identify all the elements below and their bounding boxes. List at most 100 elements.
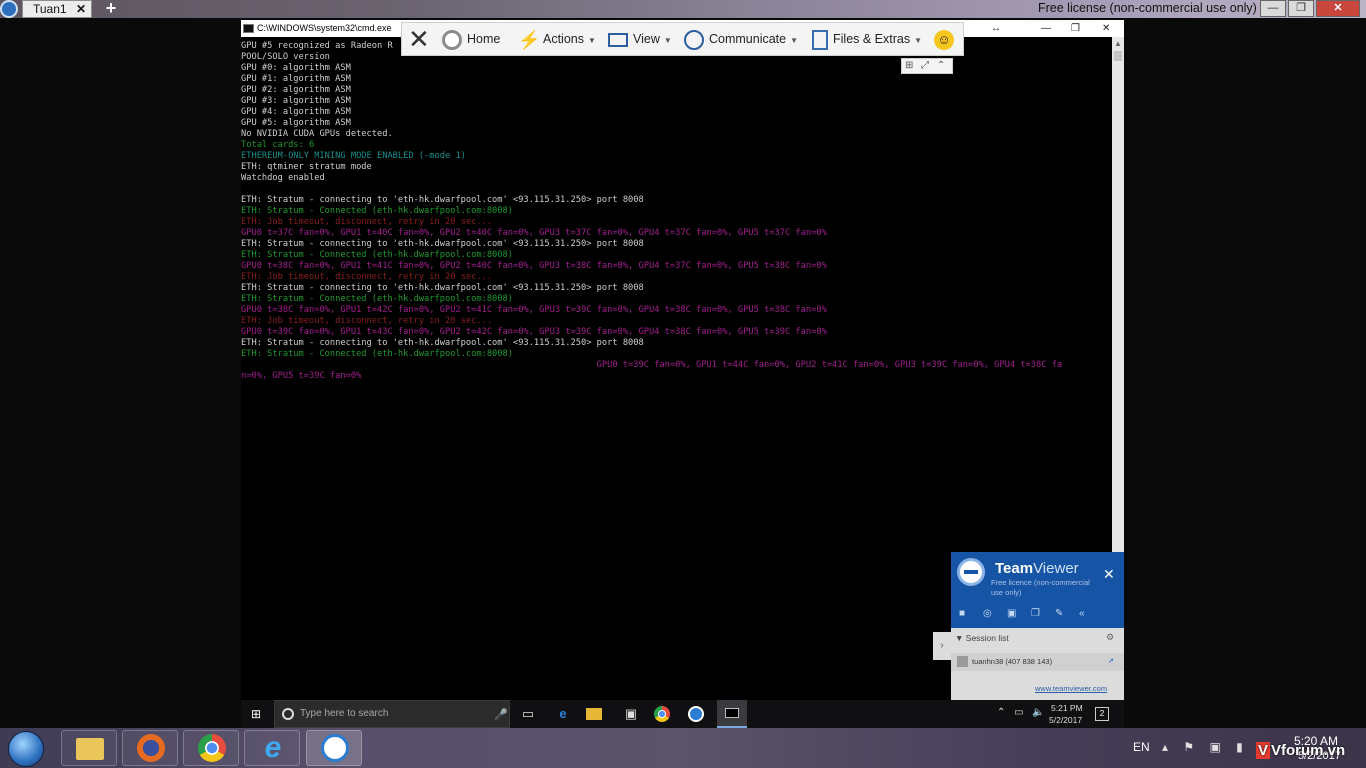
console-line: GPU0 t=39C fan=0%, GPU1 t=43C fan=0%, GP… <box>241 327 827 337</box>
console-line: ETH: Job timeout, disconnect, retry in 2… <box>241 316 493 326</box>
pointer-icon[interactable]: ➚ <box>1108 656 1114 665</box>
console-line: ETH: Stratum - connecting to 'eth-hk.dwa… <box>241 195 644 205</box>
console-icon <box>725 708 739 718</box>
toolbar-home-button[interactable]: Home <box>442 23 500 55</box>
windows-start-icon[interactable]: ⊞ <box>251 708 263 720</box>
chrome-icon[interactable] <box>654 706 670 722</box>
teamviewer-license-note: Free licence (non-commercial use only) <box>991 578 1090 597</box>
console-line: ETH: Stratum - connecting to 'eth-hk.dwa… <box>241 283 644 293</box>
teamviewer-icon[interactable] <box>688 706 704 722</box>
microphone-icon[interactable]: 🎤 <box>494 708 508 721</box>
toolbar-close-button[interactable]: ✕ <box>408 23 430 55</box>
console-line: n=0%, GPU5 t=39C fan=0% <box>241 371 362 381</box>
console-line: GPU #0: algorithm ASM <box>241 63 351 73</box>
taskbar-chrome[interactable] <box>183 730 239 766</box>
lightning-icon: ⚡ <box>518 29 541 50</box>
teamviewer-panel-header: TeamViewer Free licence (non-commercial … <box>951 552 1124 628</box>
tab-close-icon[interactable]: ✕ <box>76 1 86 17</box>
caret-down-icon: ▼ <box>588 36 596 45</box>
notification-center-icon[interactable]: 2 <box>1095 707 1109 721</box>
teamviewer-link[interactable]: www.teamviewer.com <box>1035 684 1107 693</box>
cmd-close-button[interactable]: ✕ <box>1102 20 1110 37</box>
smiley-icon: ☺ <box>934 29 954 50</box>
search-box[interactable]: Type here to search 🎤 <box>274 700 510 728</box>
scroll-up-icon[interactable]: ▲ <box>1114 39 1122 48</box>
remote-clock-date[interactable]: 5/2/2017 <box>1049 715 1082 725</box>
tray-icons[interactable]: ⌃ ▭ 🔈 <box>997 707 1048 718</box>
edge-icon[interactable]: e <box>552 704 574 724</box>
collapse-icon[interactable]: ⌃ <box>937 59 945 73</box>
close-button[interactable]: ✕ <box>1316 0 1360 17</box>
toolbar-actions-menu[interactable]: ⚡ Actions ▼ <box>518 23 596 55</box>
taskbar-explorer[interactable] <box>61 730 117 766</box>
console-line: No NVIDIA CUDA GPUs detected. <box>241 129 393 139</box>
local-tray-icons[interactable]: ▴ ⚑ ▣ ▮ <box>1162 740 1249 754</box>
search-icon <box>282 708 294 720</box>
console-line: GPU0 t=39C fan=0%, GPU1 t=44C fan=0%, GP… <box>241 360 1063 370</box>
taskbar-teamviewer[interactable] <box>306 730 362 766</box>
store-icon[interactable]: ▣ <box>620 704 642 724</box>
toolbar-files-menu[interactable]: Files & Extras ▼ <box>812 23 922 55</box>
console-line: GPU #1: algorithm ASM <box>241 74 351 84</box>
minimize-button[interactable]: — <box>1260 0 1286 17</box>
taskbar-firefox[interactable] <box>122 730 178 766</box>
console-line: ETH: Job timeout, disconnect, retry in 2… <box>241 217 493 227</box>
vforum-watermark: V Vforum.vn <box>1256 742 1346 759</box>
windows-orb-icon <box>8 731 44 767</box>
remote-clock-time[interactable]: 5:21 PM <box>1051 703 1083 713</box>
console-line: GPU0 t=38C fan=0%, GPU1 t=42C fan=0%, GP… <box>241 305 827 315</box>
collapse-panel-icon[interactable]: « <box>1079 608 1085 619</box>
actions-label: Actions <box>543 32 584 46</box>
console-line: ETH: Stratum - connecting to 'eth-hk.dwa… <box>241 338 644 348</box>
panel-expand-icon[interactable]: › <box>933 632 951 660</box>
video-icon[interactable]: ■ <box>959 608 965 619</box>
maximize-button[interactable]: ❐ <box>1288 0 1314 17</box>
toolbar-view-menu[interactable]: View ▼ <box>608 23 672 55</box>
taskbar-internet-explorer[interactable]: e <box>244 730 300 766</box>
teamviewer-panel: TeamViewer Free licence (non-commercial … <box>933 552 1124 700</box>
session-list-section: ▼ Session list ⚙ tuanhn38 (407 838 143) … <box>951 628 1124 700</box>
task-view-icon[interactable]: ▭ <box>517 704 539 724</box>
chat-icon <box>684 29 704 50</box>
toolbar-feedback-button[interactable]: ☺ <box>934 23 959 55</box>
gear-icon[interactable]: ⚙ <box>1106 632 1114 643</box>
language-indicator[interactable]: EN <box>1133 740 1150 754</box>
session-list-header[interactable]: ▼ Session list <box>955 633 1009 643</box>
local-taskbar: e EN ▴ ⚑ ▣ ▮ 5:20 AM 5/2/2017 V Vforum.vn <box>0 728 1366 768</box>
cmd-restore-button[interactable]: ❐ <box>1071 20 1080 37</box>
panel-close-icon[interactable]: ✕ <box>1103 566 1115 583</box>
console-line: GPU #5: algorithm ASM <box>241 118 351 128</box>
headset-icon[interactable]: ◎ <box>983 608 992 619</box>
console-line: GPU #4: algorithm ASM <box>241 107 351 117</box>
cmd-taskbar-icon[interactable] <box>717 700 747 728</box>
new-tab-button[interactable]: + <box>102 0 120 18</box>
remote-taskbar: ⊞ Type here to search 🎤 ▭ e ▣ ⌃ ▭ 🔈 5:21… <box>241 700 1124 728</box>
start-button[interactable] <box>2 728 48 768</box>
view-label: View <box>633 32 660 46</box>
file-explorer-icon[interactable] <box>586 708 602 720</box>
toolbar-mini-controls: ⊞ ⤢ ⌃ <box>901 58 953 74</box>
console-line: GPU #3: algorithm ASM <box>241 96 351 106</box>
file-plus-icon <box>812 29 828 50</box>
scroll-thumb[interactable] <box>1114 51 1122 61</box>
toolbar-communicate-menu[interactable]: Communicate ▼ <box>684 23 798 55</box>
chrome-icon <box>198 734 226 762</box>
folder-icon <box>76 738 104 760</box>
resize-icon[interactable]: ↔ <box>991 20 1001 37</box>
home-icon <box>442 29 462 50</box>
tab-tuan1[interactable]: Tuan1 ✕ <box>22 0 92 18</box>
teamviewer-app-icon[interactable] <box>0 0 18 18</box>
cmd-minimize-button[interactable]: — <box>1041 20 1051 37</box>
license-text: Free license (non-commercial use only) <box>1038 1 1257 15</box>
console-line: GPU0 t=37C fan=0%, GPU1 t=40C fan=0%, GP… <box>241 228 827 238</box>
chat-icon[interactable]: ▣ <box>1007 608 1016 619</box>
grid-icon[interactable]: ⊞ <box>905 59 913 73</box>
pen-icon[interactable]: ✎ <box>1055 608 1063 619</box>
session-row[interactable]: tuanhn38 (407 838 143) ➚ <box>951 653 1124 671</box>
copy-icon[interactable]: ❐ <box>1031 608 1040 619</box>
expand-icon[interactable]: ⤢ <box>921 59 929 73</box>
console-line: GPU #2: algorithm ASM <box>241 85 351 95</box>
teamviewer-toolbar: ✕ Home ⚡ Actions ▼ View ▼ Communicate ▼ File… <box>401 22 964 56</box>
console-line: ETH: Stratum - Connected (eth-hk.dwarfpo… <box>241 206 513 216</box>
internet-explorer-icon: e <box>264 731 282 764</box>
